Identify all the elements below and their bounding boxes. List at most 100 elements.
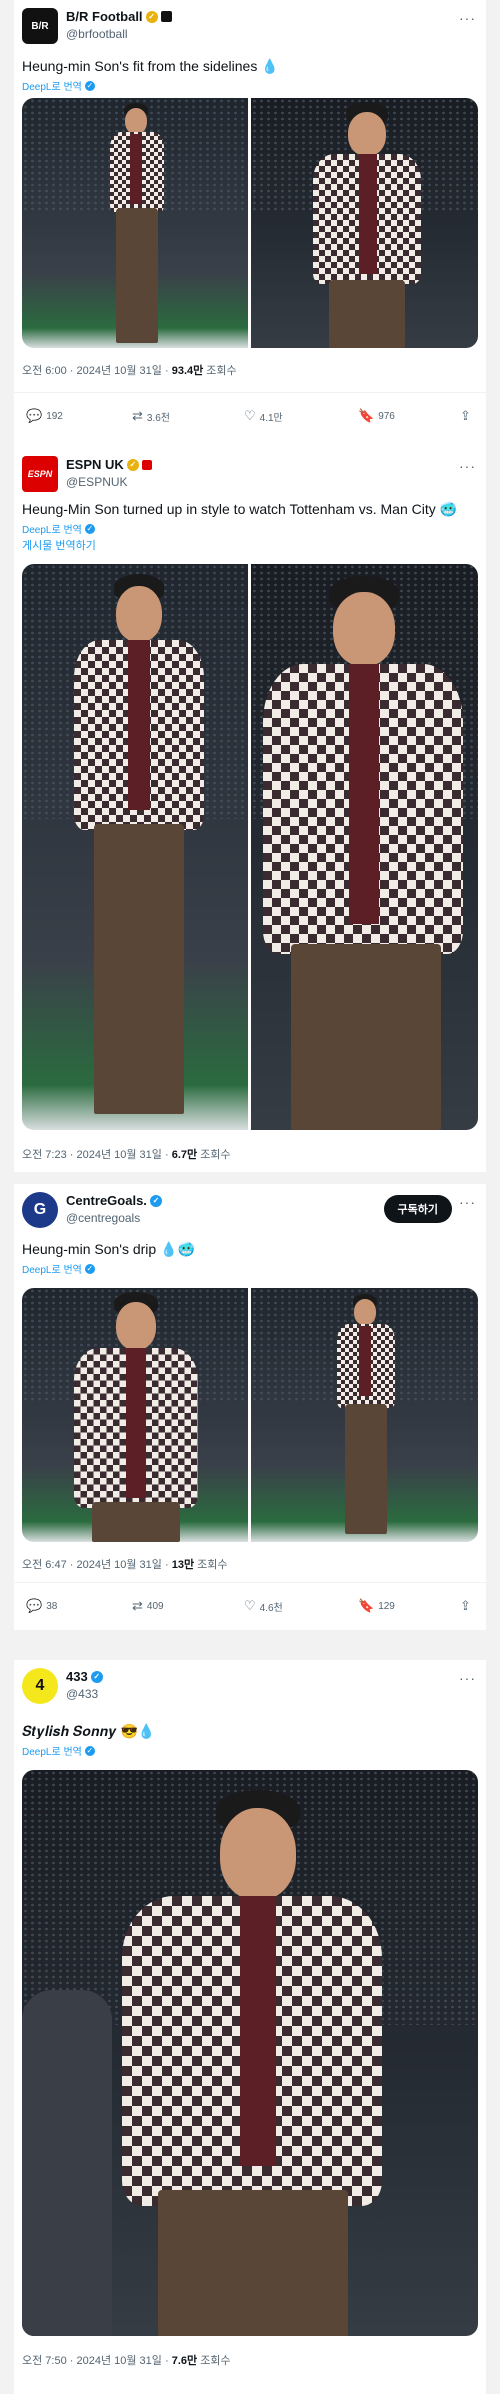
- display-name-text: B/R Football: [66, 9, 143, 24]
- photo[interactable]: [251, 564, 478, 1130]
- tweet-text: Heung-min Son's fit from the sidelines 💧: [22, 58, 279, 74]
- more-dots-icon[interactable]: ···: [459, 10, 476, 26]
- like-button[interactable]: ♡ 4.6천: [244, 1598, 283, 1614]
- tweet-meta: 오전 6:47 · 2024년 10월 31일 · 13만 조회수: [22, 1559, 228, 1571]
- tweet-header: B/R B/R Football ✓ @brfootball ···: [22, 8, 478, 44]
- avatar[interactable]: G: [22, 1192, 58, 1228]
- tweet-time[interactable]: 오전 7:50: [22, 2355, 67, 2367]
- photo[interactable]: [22, 98, 248, 348]
- translate-link[interactable]: DeepL로 번역 ✓: [22, 78, 95, 93]
- translate-label: DeepL로 번역: [22, 1265, 82, 1276]
- translate-label: DeepL로 번역: [22, 525, 82, 536]
- photo[interactable]: [251, 98, 478, 348]
- user-handle[interactable]: @433: [66, 1687, 98, 1701]
- share-icon: ⇪: [460, 408, 471, 423]
- display-name[interactable]: CentreGoals. ✓: [66, 1193, 162, 1208]
- tweet-time[interactable]: 오전 7:23: [22, 1149, 67, 1161]
- display-name-text: CentreGoals.: [66, 1193, 147, 1208]
- view-label: 조회수: [206, 365, 237, 377]
- action-bar: 💬 192 ⇄ 3.6천 ♡ 4.1만 🔖 976 ⇪: [22, 408, 478, 428]
- repost-button[interactable]: ⇄ 3.6천: [132, 408, 170, 424]
- divider: [14, 392, 486, 393]
- display-name-text: ESPN UK: [66, 457, 124, 472]
- tweet-date[interactable]: 2024년 10월 31일: [77, 2355, 162, 2367]
- person-figure: [251, 564, 478, 1130]
- user-handle[interactable]: @centregoals: [66, 1211, 140, 1225]
- reply-button[interactable]: 💬 192: [26, 408, 63, 424]
- tweet-header: ESPN ESPN UK ✓ @ESPNUK ···: [22, 456, 478, 492]
- tweet-time[interactable]: 오전 6:00: [22, 365, 67, 377]
- avatar[interactable]: 4: [22, 1668, 58, 1704]
- person-figure: [92, 98, 182, 348]
- view-label: 조회수: [197, 1559, 228, 1571]
- speech-bubble-icon: 💬: [26, 1598, 43, 1613]
- avatar[interactable]: ESPN: [22, 456, 58, 492]
- tweet-card: G CentreGoals. ✓ @centregoals 구독하기 ··· H…: [14, 1184, 486, 1630]
- more-dots-icon[interactable]: ···: [459, 1194, 476, 1210]
- photo[interactable]: [22, 1288, 248, 1542]
- reply-button[interactable]: 💬 38: [26, 1598, 57, 1614]
- verified-badge-icon: ✓: [149, 1194, 162, 1207]
- like-button[interactable]: ♡ 4.1만: [244, 408, 283, 424]
- tweet-media[interactable]: [22, 564, 478, 1130]
- share-icon: ⇪: [460, 1598, 471, 1613]
- tweet-date[interactable]: 2024년 10월 31일: [77, 1559, 162, 1571]
- bookmark-count: 976: [378, 410, 395, 422]
- repost-button[interactable]: ⇄ 409: [132, 1598, 164, 1614]
- display-name[interactable]: ESPN UK ✓: [66, 457, 152, 472]
- photo[interactable]: [22, 1770, 478, 2336]
- bookmark-button[interactable]: 🔖 129: [358, 1598, 395, 1614]
- verified-badge-icon: ✓: [84, 523, 95, 534]
- tweet-media[interactable]: [22, 1770, 478, 2336]
- display-name-text: 433: [66, 1669, 88, 1684]
- repost-count: 3.6천: [146, 412, 171, 424]
- photo[interactable]: [22, 564, 248, 1130]
- repost-arrows-icon: ⇄: [132, 1598, 143, 1613]
- share-button[interactable]: ⇪: [460, 1598, 471, 1614]
- person-figure: [52, 1288, 222, 1542]
- tweet-time[interactable]: 오전 6:47: [22, 1559, 67, 1571]
- tweet-text: Heung-min Son's drip 💧🥶: [22, 1241, 195, 1257]
- tweet-media[interactable]: [22, 98, 478, 348]
- translate-link[interactable]: DeepL로 번역 ✓: [22, 1261, 95, 1276]
- tweet-media[interactable]: [22, 1288, 478, 1542]
- tweet-date[interactable]: 2024년 10월 31일: [77, 365, 162, 377]
- tweet-header: G CentreGoals. ✓ @centregoals 구독하기 ···: [22, 1192, 478, 1228]
- person-figure: [122, 1770, 382, 2336]
- verified-badge-icon: ✓: [84, 80, 95, 91]
- tweet-meta: 오전 7:23 · 2024년 10월 31일 · 6.7만 조회수: [22, 1149, 231, 1161]
- tweet-meta: 오전 7:50 · 2024년 10월 31일 · 7.6만 조회수: [22, 2355, 231, 2367]
- bookmark-count: 129: [378, 1600, 395, 1612]
- display-name[interactable]: B/R Football ✓: [66, 9, 172, 24]
- more-dots-icon[interactable]: ···: [459, 458, 476, 474]
- user-handle[interactable]: @ESPNUK: [66, 475, 128, 489]
- bookmark-button[interactable]: 🔖 976: [358, 408, 395, 424]
- like-count: 4.1만: [259, 412, 283, 424]
- translate-post-link[interactable]: 게시물 번역하기: [22, 537, 96, 553]
- person-figure: [321, 1288, 411, 1542]
- photo[interactable]: [251, 1288, 478, 1542]
- verified-badge-icon: ✓: [126, 458, 139, 471]
- more-dots-icon[interactable]: ···: [459, 1670, 476, 1686]
- tweet-date[interactable]: 2024년 10월 31일: [77, 1149, 162, 1161]
- translate-link[interactable]: DeepL로 번역 ✓: [22, 1743, 95, 1758]
- tweet-card: 4 433 ✓ @433 ··· 𝑺𝒕𝒚𝒍𝒊𝒔𝒉 𝑺𝒐𝒏𝒏𝒚 😎💧 DeepL로…: [14, 1660, 486, 2394]
- user-handle[interactable]: @brfootball: [66, 27, 128, 41]
- avatar[interactable]: B/R: [22, 8, 58, 44]
- translate-link[interactable]: DeepL로 번역 ✓: [22, 521, 95, 536]
- verified-badge-icon: ✓: [84, 1745, 95, 1756]
- verified-badge-icon: ✓: [90, 1670, 103, 1683]
- action-bar: 💬 38 ⇄ 409 ♡ 4.6천 🔖 129 ⇪: [22, 1598, 478, 1618]
- heart-icon: ♡: [244, 408, 256, 423]
- translate-label: DeepL로 번역: [22, 1747, 82, 1758]
- tweet-text: Heung-Min Son turned up in style to watc…: [22, 501, 458, 517]
- repost-arrows-icon: ⇄: [132, 408, 143, 423]
- tweet-card: B/R B/R Football ✓ @brfootball ··· Heung…: [14, 0, 486, 448]
- share-button[interactable]: ⇪: [460, 408, 471, 424]
- display-name[interactable]: 433 ✓: [66, 1669, 103, 1684]
- translate-label: DeepL로 번역: [22, 82, 82, 93]
- reply-count: 38: [46, 1600, 58, 1612]
- subscribe-button[interactable]: 구독하기: [383, 1195, 452, 1223]
- view-label: 조회수: [200, 2355, 231, 2367]
- view-count: 93.4만: [171, 365, 204, 377]
